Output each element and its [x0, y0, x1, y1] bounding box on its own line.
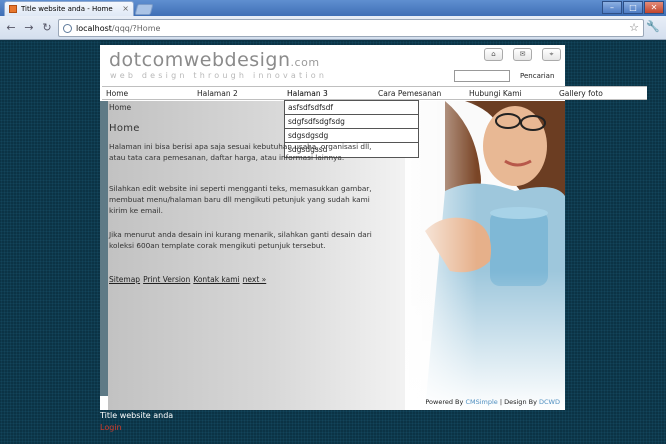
site-logo[interactable]: dotcomwebdesign.com	[109, 49, 320, 71]
browser-toolbar: ← → ↻ localhost/qqq/?Home ☆ 🔧	[0, 16, 666, 40]
kontak-kami-link[interactable]: Kontak kami	[193, 275, 239, 284]
cmsimple-link[interactable]: CMSimple	[465, 398, 497, 406]
mail-icon[interactable]: ✉	[513, 48, 532, 61]
content-paragraph-3: Jika menurut anda desain ini kurang mena…	[109, 230, 372, 250]
header-icons: ⌂ ✉ ⌖	[484, 48, 561, 61]
reload-button[interactable]: ↻	[40, 21, 54, 35]
sitemap-link[interactable]: Sitemap	[109, 275, 140, 284]
site-tagline: web design through innovation	[110, 71, 328, 80]
url-host: localhost	[76, 23, 112, 33]
address-bar[interactable]: localhost/qqq/?Home ☆	[58, 19, 644, 37]
menu-item-gallery-foto[interactable]: Gallery foto	[559, 89, 603, 98]
browser-tab[interactable]: Title website anda - Home ×	[4, 1, 134, 16]
powered-prefix: Powered By	[425, 398, 464, 406]
close-window-button[interactable]: ✕	[644, 1, 664, 14]
menu-item-cara-pemesanan[interactable]: Cara Pemesanan	[378, 89, 441, 98]
url-text: localhost/qqq/?Home	[76, 24, 160, 33]
woman-with-mug-image	[405, 101, 565, 410]
page-info-icon	[63, 23, 72, 33]
logo-main: dotcomwebdesign	[109, 49, 291, 71]
menu-item-home[interactable]: Home	[106, 89, 128, 98]
hero-photo	[405, 101, 565, 410]
dcwd-link[interactable]: DCWD	[539, 398, 560, 406]
main-menu: Home Halaman 2 Halaman 3 Cara Pemesanan …	[102, 86, 647, 100]
powered-by: Powered By CMSimple | Design By DCWD	[425, 398, 560, 406]
content-paragraph-1: Halaman ini bisa berisi apa saja sesuai …	[109, 142, 372, 162]
page-title: Home	[109, 123, 140, 134]
sidebar-strip	[100, 101, 108, 396]
url-path: /qqq/?Home	[111, 23, 161, 33]
home-icon[interactable]: ⌂	[484, 48, 503, 61]
window-controls: – □ ✕	[602, 1, 664, 14]
dropdown-item[interactable]: sdgfsdfsdgfsdg	[285, 115, 418, 129]
website-container: dotcomwebdesign.com web design through i…	[100, 45, 647, 410]
menu-item-hubungi-kami[interactable]: Hubungi Kami	[469, 89, 522, 98]
tab-title: Title website anda - Home	[21, 5, 113, 13]
sitemap-icon[interactable]: ⌖	[542, 48, 561, 61]
next-link[interactable]: next »	[243, 275, 267, 284]
favicon-icon	[9, 5, 17, 13]
login-link[interactable]: Login	[100, 423, 122, 432]
maximize-button[interactable]: □	[623, 1, 643, 14]
back-button[interactable]: ←	[4, 21, 18, 35]
site-title-below: Title website anda	[100, 411, 174, 420]
breadcrumb[interactable]: Home	[109, 103, 131, 112]
logo-suffix: .com	[290, 56, 320, 69]
dropdown-item[interactable]: asfsdfsdfsdf	[285, 101, 418, 115]
menu-item-halaman-2[interactable]: Halaman 2	[197, 89, 238, 98]
minimize-button[interactable]: –	[602, 1, 622, 14]
search-label[interactable]: Pencarian	[520, 72, 554, 80]
search-input[interactable]	[454, 70, 510, 82]
content-paragraph-2: Silahkan edit website ini seperti mengga…	[109, 184, 372, 215]
browser-titlebar: Title website anda - Home × – □ ✕	[0, 0, 666, 16]
wrench-menu-icon[interactable]: 🔧	[646, 20, 660, 33]
print-version-link[interactable]: Print Version	[143, 275, 190, 284]
bookmark-star-icon[interactable]: ☆	[629, 21, 639, 34]
new-tab-button[interactable]	[134, 4, 154, 15]
footer-links: Sitemap Print Version Kontak kami next »	[109, 275, 266, 284]
forward-button[interactable]: →	[22, 21, 36, 35]
tab-close-icon[interactable]: ×	[122, 4, 129, 13]
page-viewport: dotcomwebdesign.com web design through i…	[0, 41, 666, 444]
menu-item-halaman-3[interactable]: Halaman 3	[287, 89, 328, 98]
powered-mid: | Design By	[499, 398, 537, 406]
